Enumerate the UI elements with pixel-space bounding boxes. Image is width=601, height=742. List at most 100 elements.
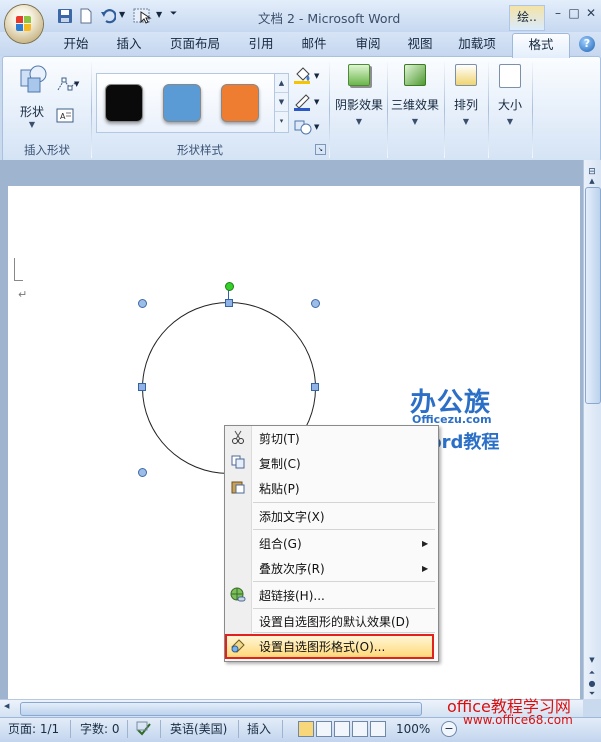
menu-item-cut[interactable]: 剪切(T) xyxy=(259,430,300,448)
menu-separator xyxy=(253,608,435,609)
undo-icon[interactable] xyxy=(100,8,117,24)
draft-view-icon[interactable] xyxy=(370,721,386,737)
style-swatch-blue[interactable] xyxy=(163,84,201,122)
menu-item-paste[interactable]: 粘贴(P) xyxy=(259,480,300,498)
office-logo-icon xyxy=(16,16,32,32)
window-title: 文档 2 - Microsoft Word xyxy=(258,11,401,26)
menu-item-hyperlink[interactable]: 超链接(H)... xyxy=(259,587,325,605)
status-separator xyxy=(127,720,128,738)
menu-item-copy[interactable]: 复制(C) xyxy=(259,455,301,473)
arrange-button[interactable]: 排列 ▼ xyxy=(447,62,485,134)
scroll-down-icon[interactable]: ▼ xyxy=(585,656,599,666)
shape-outline-icon[interactable] xyxy=(293,93,313,111)
select-objects-icon[interactable] xyxy=(133,8,155,24)
tab-references[interactable]: 引用 xyxy=(243,34,279,54)
shapes-dropdown-icon: ▼ xyxy=(28,120,36,129)
dialog-launcher-icon[interactable]: ↘ xyxy=(315,144,326,155)
arrange-dropdown-icon: ▼ xyxy=(462,117,470,126)
3d-effects-icon xyxy=(404,64,426,86)
arrange-icon xyxy=(455,64,477,86)
web-layout-view-icon[interactable] xyxy=(334,721,350,737)
change-shape-dropdown-icon[interactable]: ▼ xyxy=(314,123,319,131)
status-separator xyxy=(160,720,161,738)
zoom-out-icon[interactable]: − xyxy=(441,721,457,737)
new-document-icon[interactable] xyxy=(78,8,94,24)
undo-dropdown-icon[interactable]: ▼ xyxy=(119,10,125,19)
print-layout-view-icon[interactable] xyxy=(298,721,314,737)
shadow-effects-button[interactable]: 阴影效果 ▼ xyxy=(333,62,385,134)
scroll-left-icon[interactable]: ◀ xyxy=(4,702,9,710)
close-button[interactable]: ✕ xyxy=(580,4,601,22)
tab-format[interactable]: 格式 xyxy=(512,33,570,58)
resize-handle-left[interactable] xyxy=(138,383,146,391)
rotation-handle[interactable] xyxy=(225,282,234,291)
text-box-icon[interactable]: A xyxy=(56,108,74,124)
office-button[interactable] xyxy=(5,5,43,43)
arrange-label: 排列 xyxy=(453,98,478,112)
vertical-scroll-thumb[interactable] xyxy=(585,187,601,404)
previous-page-icon[interactable]: ⏶ xyxy=(585,668,599,678)
menu-separator xyxy=(253,502,435,503)
menu-item-add-text[interactable]: 添加文字(X) xyxy=(259,508,325,526)
status-insert-mode[interactable]: 插入 xyxy=(247,721,271,737)
resize-handle-right[interactable] xyxy=(311,383,319,391)
size-button[interactable]: 大小 ▼ xyxy=(491,62,529,134)
tab-page-layout[interactable]: 页面布局 xyxy=(165,34,225,54)
style-swatch-black[interactable] xyxy=(105,84,143,122)
submenu-arrow-icon: ▶ xyxy=(422,564,429,573)
shape-styles-group-label: 形状样式 xyxy=(177,143,223,157)
group-separator xyxy=(488,62,489,158)
tab-review[interactable]: 审阅 xyxy=(350,34,386,54)
menu-item-format-autoshape[interactable]: 设置自选图形格式(O)... xyxy=(259,638,385,656)
edit-points-dropdown-icon[interactable]: ▼ xyxy=(74,80,79,88)
proofing-icon[interactable] xyxy=(136,721,152,737)
scissors-icon xyxy=(229,430,247,448)
help-icon[interactable]: ? xyxy=(579,36,595,52)
paste-icon xyxy=(229,480,247,498)
3d-effects-button[interactable]: 三维效果 ▼ xyxy=(389,62,441,134)
tab-add-ins[interactable]: 加载项 xyxy=(452,34,502,54)
size-dropdown-icon: ▼ xyxy=(506,117,514,126)
resize-handle-top-right[interactable] xyxy=(311,299,320,308)
tab-view[interactable]: 视图 xyxy=(402,34,438,54)
status-separator xyxy=(238,720,239,738)
shape-outline-dropdown-icon[interactable]: ▼ xyxy=(314,98,319,106)
customize-qat-icon[interactable]: ⏷ xyxy=(170,9,177,19)
tab-home[interactable]: 开始 xyxy=(58,34,94,54)
menu-item-group[interactable]: 组合(G) xyxy=(259,535,302,553)
submenu-arrow-icon: ▶ xyxy=(422,539,429,548)
shapes-icon xyxy=(20,65,47,93)
horizontal-scroll-thumb[interactable] xyxy=(20,702,422,716)
gallery-down-icon[interactable]: ▼ xyxy=(275,93,288,112)
gallery-more-icon[interactable]: ▾ xyxy=(275,112,288,130)
group-separator xyxy=(91,62,92,158)
tab-insert[interactable]: 插入 xyxy=(111,34,147,54)
change-shape-icon[interactable] xyxy=(293,118,313,136)
menu-item-order[interactable]: 叠放次序(R) xyxy=(259,560,325,578)
tab-mailings[interactable]: 邮件 xyxy=(296,34,332,54)
resize-handle-bottom-left[interactable] xyxy=(138,468,147,477)
size-label: 大小 xyxy=(497,98,522,112)
resize-handle-top-left[interactable] xyxy=(138,299,147,308)
status-language[interactable]: 英语(美国) xyxy=(170,721,227,737)
select-dropdown-icon[interactable]: ▼ xyxy=(156,10,162,19)
next-page-icon[interactable]: ⏷ xyxy=(585,689,599,699)
shadow-effects-dropdown-icon: ▼ xyxy=(355,117,363,126)
resize-handle-top[interactable] xyxy=(225,299,233,307)
shape-fill-dropdown-icon[interactable]: ▼ xyxy=(314,72,319,80)
full-screen-reading-view-icon[interactable] xyxy=(316,721,332,737)
scroll-up-icon[interactable]: ▲ xyxy=(585,177,599,187)
menu-item-set-default-shape-effect[interactable]: 设置自选图形的默认效果(D) xyxy=(259,613,410,631)
gallery-up-icon[interactable]: ▲ xyxy=(275,74,288,93)
zoom-level[interactable]: 100% xyxy=(396,721,430,737)
gallery-scroll: ▲ ▼ ▾ xyxy=(274,73,289,133)
save-icon[interactable] xyxy=(57,8,73,24)
select-browse-object-icon[interactable]: ● xyxy=(585,679,599,689)
shape-fill-icon[interactable] xyxy=(293,66,313,84)
drawing-tools-context-tab: 绘.. xyxy=(509,5,545,31)
style-swatch-orange[interactable] xyxy=(221,84,259,122)
shapes-button[interactable]: 形状 ▼ xyxy=(12,62,52,134)
status-word-count[interactable]: 字数: 0 xyxy=(80,721,120,737)
status-page[interactable]: 页面: 1/1 xyxy=(8,721,59,737)
outline-view-icon[interactable] xyxy=(352,721,368,737)
